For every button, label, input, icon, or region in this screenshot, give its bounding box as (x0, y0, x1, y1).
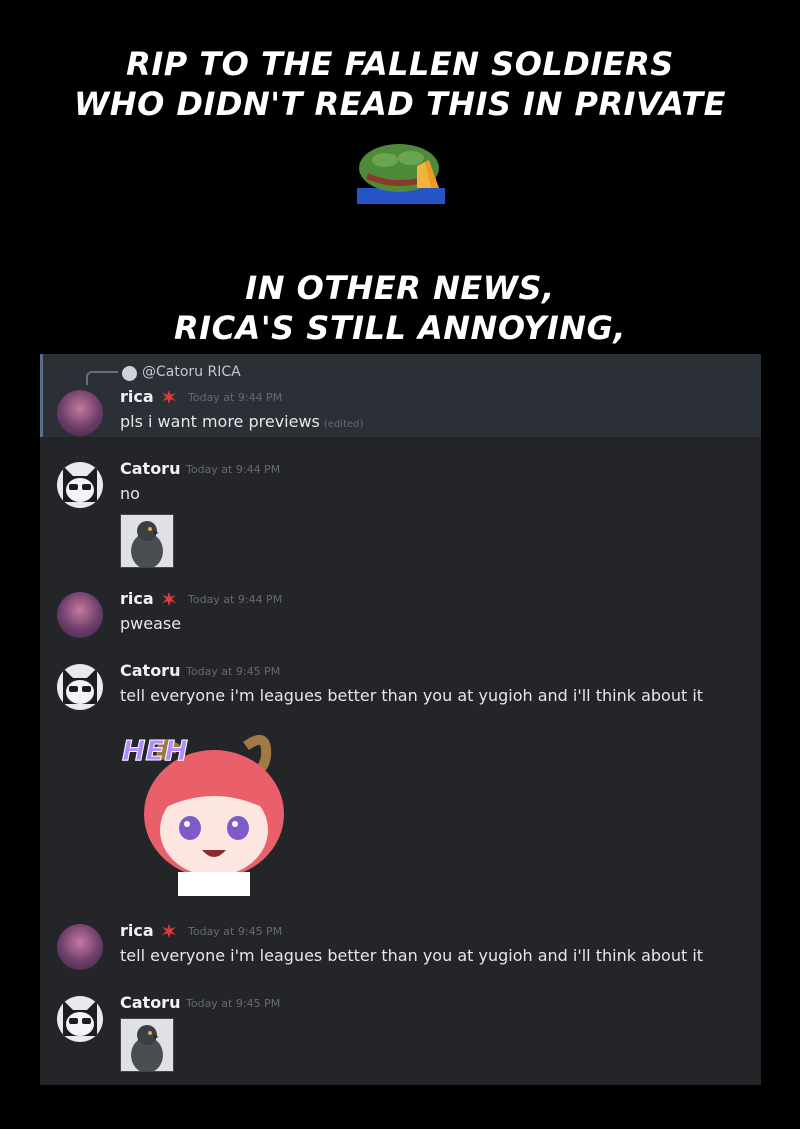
top-caption-line1: RIP TO THE FALLEN SOLDIERS (126, 45, 674, 83)
pigeon-emoji-icon[interactable] (120, 514, 174, 568)
anger-badge-icon (162, 924, 176, 938)
top-caption-line2: WHO DIDN'T READ THIS IN PRIVATE (74, 85, 726, 123)
message-text: no (120, 484, 140, 503)
timestamp: Today at 9:45 PM (186, 997, 281, 1010)
praying-pepe-icon (357, 144, 445, 204)
username[interactable]: rica (120, 589, 154, 608)
message-text: tell everyone i'm leagues better than yo… (120, 946, 704, 965)
catoru-avatar-icon (63, 1000, 97, 1036)
timestamp: Today at 9:44 PM (188, 593, 283, 606)
reply-preview: RICA (207, 364, 241, 380)
message-text: pwease (120, 614, 182, 633)
anger-badge-icon (162, 592, 176, 606)
message-text: tell everyone i'm leagues better than yo… (120, 686, 704, 705)
username[interactable]: Catoru (120, 993, 180, 1012)
avatar[interactable] (57, 592, 103, 638)
reply-mention[interactable]: @Catoru (142, 364, 203, 380)
middle-caption-line1: IN OTHER NEWS, (245, 269, 555, 307)
avatar[interactable] (57, 924, 103, 970)
pigeon-emoji-icon[interactable] (120, 1018, 174, 1072)
message-text: pls i want more previews (edited) (120, 412, 363, 431)
heh-sticker[interactable]: HEH (118, 726, 302, 896)
avatar[interactable] (57, 664, 103, 710)
edited-label: (edited) (323, 419, 364, 430)
catoru-mini-avatar-icon (122, 366, 137, 381)
username[interactable]: Catoru (120, 459, 180, 478)
catoru-avatar-icon (63, 466, 97, 502)
reply-reference[interactable]: @Catoru RICA (142, 364, 241, 380)
username[interactable]: rica (120, 921, 154, 940)
middle-caption-line2: RICA'S STILL ANNOYING, (174, 309, 626, 347)
username[interactable]: rica (120, 387, 154, 406)
catoru-avatar-icon (63, 668, 97, 704)
timestamp: Today at 9:45 PM (188, 925, 283, 938)
reply-connector (86, 371, 118, 385)
avatar[interactable] (57, 390, 103, 436)
middle-caption: IN OTHER NEWS, RICA'S STILL ANNOYING, (0, 268, 800, 348)
message-text-content: pls i want more previews (120, 412, 320, 431)
avatar[interactable] (57, 996, 103, 1042)
top-caption: RIP TO THE FALLEN SOLDIERS WHO DIDN'T RE… (0, 44, 800, 124)
timestamp: Today at 9:45 PM (186, 665, 281, 678)
avatar[interactable] (57, 462, 103, 508)
sticker-text: HEH (122, 734, 188, 767)
timestamp: Today at 9:44 PM (186, 463, 281, 476)
timestamp: Today at 9:44 PM (188, 391, 283, 404)
username[interactable]: Catoru (120, 661, 180, 680)
chat-panel: @Catoru RICA rica Today at 9:44 PM pls i… (40, 354, 761, 1085)
